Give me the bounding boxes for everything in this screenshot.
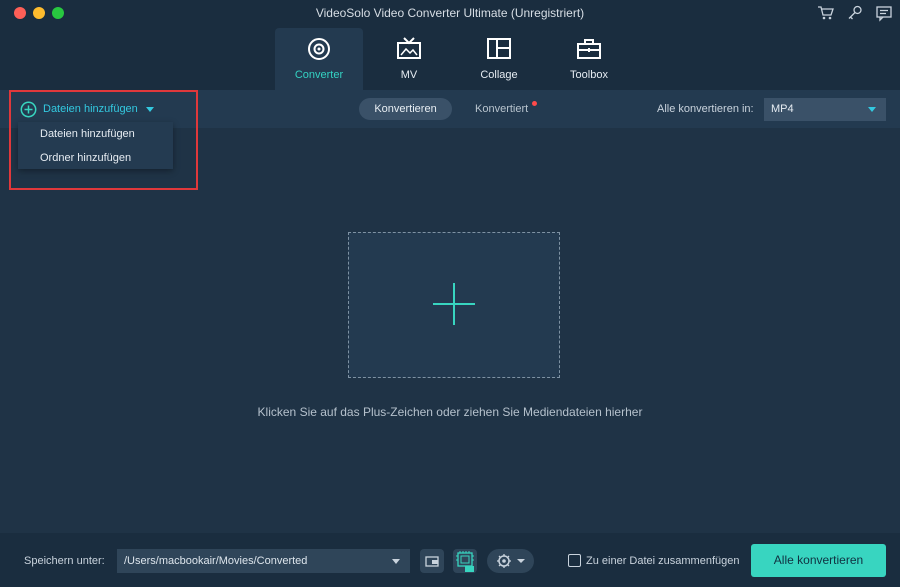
tab-label: Collage <box>480 69 518 81</box>
tab-label: Converter <box>294 69 344 81</box>
segment-convert[interactable]: Konvertieren <box>359 98 452 120</box>
highlight-annotation <box>9 90 198 190</box>
tab-converter[interactable]: Converter <box>275 28 363 90</box>
segment-converted[interactable]: Konvertiert <box>475 103 528 115</box>
folder-icon <box>425 556 439 567</box>
convert-all-to-label: Alle konvertieren in: <box>657 103 754 115</box>
converter-icon <box>308 38 330 60</box>
tab-label: Toolbox <box>570 69 608 81</box>
gear-icon <box>497 554 525 568</box>
notification-dot <box>532 101 537 106</box>
output-format-value: MP4 <box>771 103 794 115</box>
tab-toolbox[interactable]: Toolbox <box>545 28 633 90</box>
path-dropdown-button[interactable] <box>381 549 410 573</box>
chevron-down-icon <box>868 107 876 112</box>
toolbox-icon <box>577 39 601 59</box>
tv-icon <box>397 37 421 59</box>
open-folder-button[interactable] <box>420 549 444 573</box>
add-media-drop-zone[interactable] <box>348 232 560 378</box>
main-tab-bar: Converter MV Collage Toolbox <box>0 26 900 90</box>
window-title: VideoSolo Video Converter Ultimate (Unre… <box>315 6 585 20</box>
tab-mv[interactable]: MV <box>365 28 453 90</box>
output-path-field[interactable]: /Users/macbookair/Movies/Converted <box>117 549 381 573</box>
tab-collage[interactable]: Collage <box>455 28 543 90</box>
title-bar: VideoSolo Video Converter Ultimate (Unre… <box>0 0 900 26</box>
merge-checkbox[interactable] <box>568 554 581 567</box>
merge-label: Zu einer Datei zusammenfügen <box>586 555 740 567</box>
bottom-bar: Speichern unter: /Users/macbookair/Movie… <box>0 533 900 587</box>
drop-hint-text: Klicken Sie auf das Plus-Zeichen oder zi… <box>257 405 643 419</box>
gpu-chip-icon <box>456 551 474 572</box>
settings-button[interactable] <box>487 549 534 573</box>
plus-icon <box>433 283 475 325</box>
output-format-select[interactable]: MP4 <box>764 98 886 121</box>
collage-icon <box>487 38 511 59</box>
save-to-label: Speichern unter: <box>24 555 105 567</box>
convert-all-button[interactable]: Alle konvertieren <box>751 544 886 577</box>
tab-label: MV <box>400 69 418 81</box>
key-icon[interactable] <box>846 4 864 22</box>
feedback-icon[interactable] <box>875 4 893 22</box>
cart-icon[interactable] <box>816 4 834 22</box>
hardware-acceleration-button[interactable] <box>453 549 477 573</box>
